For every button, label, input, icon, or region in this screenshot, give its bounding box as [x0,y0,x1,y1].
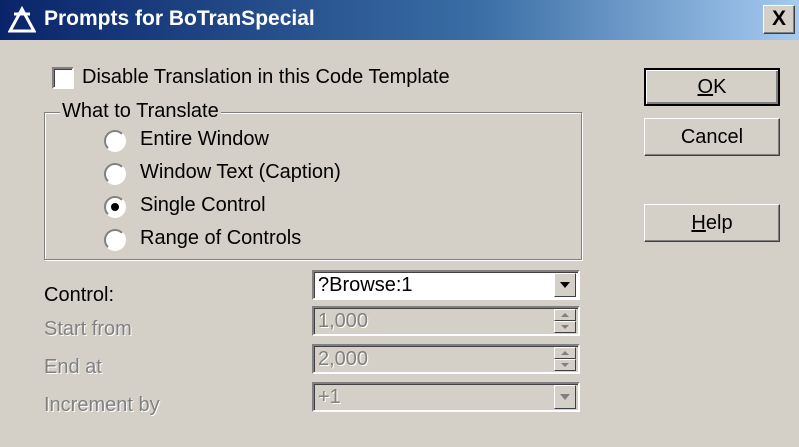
radio-label-entire-window[interactable]: Entire Window [140,128,269,151]
increment-by-combo[interactable]: +1 [312,382,580,412]
cancel-button[interactable]: Cancel [644,118,780,156]
spin-up-icon[interactable] [554,347,576,359]
radio-label-single-control[interactable]: Single Control [140,194,266,217]
start-from-value: 1,000 [318,310,369,332]
chevron-down-icon[interactable] [554,385,576,409]
increment-by-label: Increment by [44,394,160,416]
end-at-spinner[interactable]: 2,000 [312,344,580,374]
radio-label-range-of-controls[interactable]: Range of Controls [140,227,301,250]
control-combo[interactable]: ?Browse:1 [312,270,580,300]
radio-entire-window[interactable] [104,130,126,152]
increment-by-value: +1 [318,386,341,408]
help-button[interactable]: Help [644,204,780,242]
chevron-down-icon[interactable] [554,273,576,297]
start-from-label: Start from [44,318,132,340]
radio-range-of-controls[interactable] [104,229,126,251]
end-at-label: End at [44,356,102,378]
app-icon [8,6,36,33]
title-bar: Prompts for BoTranSpecial X [0,0,799,40]
disable-translation-checkbox[interactable] [52,67,74,89]
radio-label-window-text[interactable]: Window Text (Caption) [140,161,341,184]
disable-translation-label[interactable]: Disable Translation in this Code Templat… [82,66,450,89]
group-title: What to Translate [60,100,221,123]
spin-up-icon[interactable] [554,309,576,321]
start-from-spinner[interactable]: 1,000 [312,306,580,336]
spin-down-icon[interactable] [554,321,576,333]
end-at-value: 2,000 [318,348,369,370]
close-button[interactable]: X [763,5,795,34]
window-title: Prompts for BoTranSpecial [44,7,315,30]
control-value: ?Browse:1 [318,274,413,296]
spin-down-icon[interactable] [554,359,576,371]
ok-button[interactable]: OK [644,68,780,106]
radio-selected-dot [111,203,119,211]
radio-window-text[interactable] [104,163,126,185]
control-label: Control: [44,284,115,306]
radio-single-control[interactable] [104,196,126,218]
